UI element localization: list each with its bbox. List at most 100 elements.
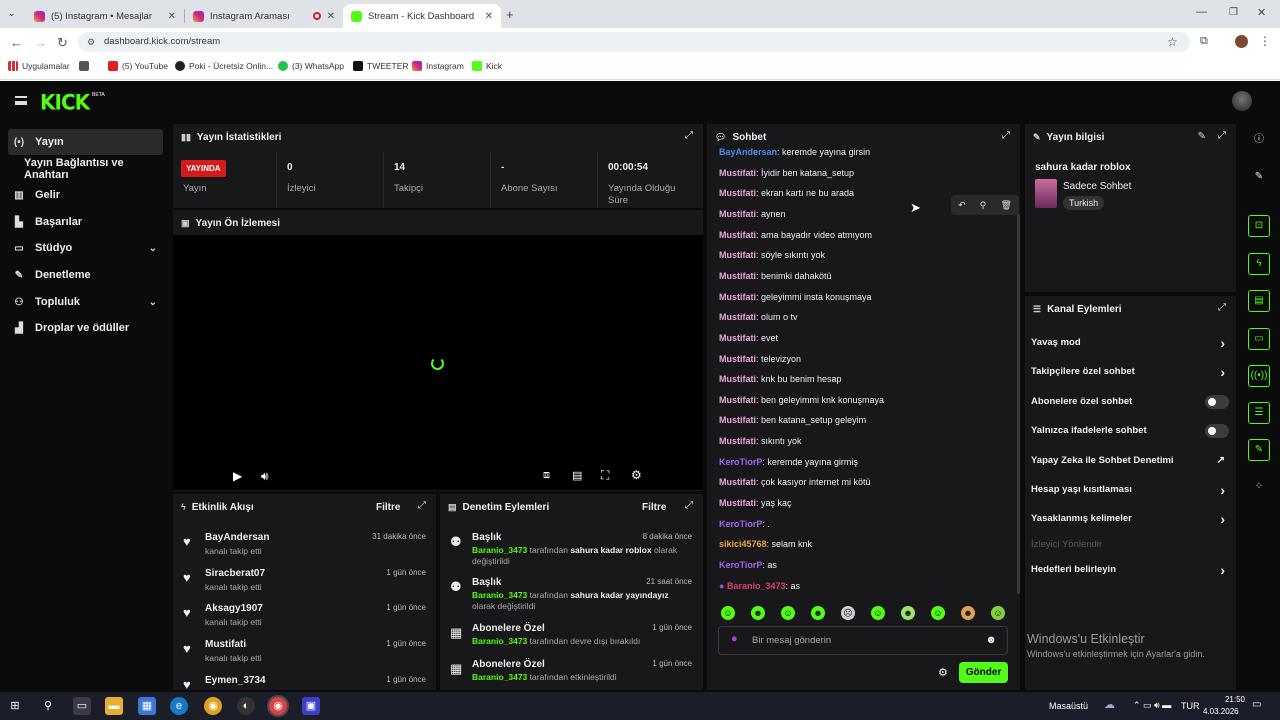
volume-icon[interactable]: 🔊︎ [261,469,269,484]
bookmark-poki[interactable]: Poki - Ücretsiz Onlin... [175,61,273,71]
tab-kick-dashboard[interactable]: Stream - Kick Dashboard ✕ [343,4,501,28]
play-icon[interactable]: ▶ [233,469,242,483]
bookmark-grid[interactable] [79,61,93,71]
clock-time[interactable]: 21:50 [1209,695,1245,704]
tab-search-icon[interactable]: ⌄ [8,8,16,19]
bookmark-youtube[interactable]: (5) YouTube [108,61,168,71]
chat-username[interactable]: Mustifati [719,333,756,343]
chat-settings-icon[interactable]: ⚙ [938,666,948,679]
expand-icon[interactable]: ⤢ [1218,131,1228,141]
category-name[interactable]: Sadece Sohbet [1063,181,1131,192]
file-explorer-icon[interactable]: ▬ [105,697,123,715]
action-slow-mode[interactable]: Yavaş mod › [1031,335,1229,357]
sidebar-item-yayin[interactable]: (•) Yayın [8,129,163,155]
sidebar-item-droplar[interactable]: ▟ Droplar ve ödüller [8,315,163,341]
emote-icon[interactable]: ☺ [871,606,885,620]
theater-mode-icon[interactable]: ⧈ [543,469,550,482]
emote-icon[interactable]: ☺ [721,606,735,620]
taskbar-search-icon[interactable]: ⚲ [39,697,57,715]
bookmark-instagram[interactable]: Instagram [412,61,464,71]
activity-user[interactable]: Siracberat07 [205,568,265,579]
action-set-goals[interactable]: Hedefleri belirleyin › [1031,562,1229,584]
action-account-age[interactable]: Hesap yaşı kısıtlaması › [1031,482,1229,504]
back-icon[interactable]: ← [10,35,23,50]
undo-icon[interactable]: ↶ [958,200,966,211]
kick-logo[interactable]: KICK [40,89,90,114]
expand-icon[interactable]: ⤢ [1218,303,1228,313]
emote-icon[interactable]: ☺ [931,606,945,620]
activity-filter-button[interactable]: Filtre [376,502,400,513]
settings-icon[interactable]: ⚙ [631,468,642,482]
action-ai-moderation[interactable]: Yapay Zeka ile Sohbet Denetimi ↗ [1031,455,1229,475]
forward-icon[interactable]: → [34,35,47,50]
star-icon[interactable]: ☆ [1167,35,1178,49]
apps-tool-icon[interactable]: ⁘ [1248,477,1270,499]
bookmark-kick[interactable]: Kick [472,61,502,71]
close-icon[interactable]: ✕ [168,11,176,22]
moderation-filter-button[interactable]: Filtre [642,502,666,513]
tray-icons[interactable]: ⌃ ▭ 🔊︎ ▬ [1133,700,1171,711]
bolt-tool-icon[interactable]: ϟ [1248,253,1270,275]
hamburger-menu-icon[interactable] [15,96,27,105]
chat-username[interactable]: sikici45768 [719,539,767,549]
sidebar-item-topluluk[interactable]: ⚇ Topluluk ⌄ [8,289,163,315]
bookmark-whatsapp[interactable]: (3) WhatsApp [278,61,344,71]
steam-icon[interactable]: ◐ [237,697,255,715]
sidebar-item-basarilar[interactable]: ▙ Başarılar [8,209,163,235]
window-close-button[interactable]: ✕ [1257,6,1266,19]
chat-username[interactable]: Mustifati [719,230,756,240]
activity-user[interactable]: Mustifati [205,639,246,650]
edit-icon[interactable]: ✎ [1248,167,1270,189]
clip-icon[interactable]: ▤ [572,469,582,482]
language-indicator[interactable]: TUR [1181,701,1200,711]
windows-start-icon[interactable]: ⊞ [6,697,24,715]
chat-username[interactable]: KeroTiorP [719,519,762,529]
sidebar-item-denetleme[interactable]: ✎ Denetleme [8,262,163,288]
trash-icon[interactable]: 🗑︎ [1000,200,1011,211]
close-icon[interactable]: ✕ [327,11,335,22]
chat-scrollbar[interactable] [1017,214,1020,594]
chat-username[interactable]: KeroTiorP [719,457,762,467]
emote-icon[interactable]: ☻ [961,606,975,620]
desktop-label[interactable]: Masaüstü [1049,701,1088,711]
profile-avatar[interactable] [1235,35,1248,48]
reload-icon[interactable]: ↻ [57,35,68,51]
send-button[interactable]: Gönder [959,662,1008,683]
weather-icon[interactable]: ☁ [1104,698,1115,711]
emote-icon[interactable]: ☺ [991,606,1005,620]
chat-input[interactable]: ● Bir mesaj gönderin ☻ [718,626,1008,655]
activity-user[interactable]: BayAndersan [205,532,269,543]
chat-username[interactable]: Mustifati [719,415,756,425]
subscribers-only-toggle[interactable] [1205,395,1229,409]
emote-icon[interactable]: ☻ [751,606,765,620]
expand-icon[interactable]: ⤢ [418,501,428,511]
emote-icon[interactable]: ☹ [841,606,855,620]
extensions-icon[interactable]: ⧉ [1200,35,1208,48]
app-icon[interactable]: ▣ [302,697,320,715]
mod-user[interactable]: Baranio_3473 [472,590,527,600]
mod-user[interactable]: Baranio_3473 [472,672,527,682]
microphone-icon[interactable]: ● [731,633,738,645]
store-icon[interactable]: ▦ [138,697,156,715]
site-info-icon[interactable]: ⚙ [87,32,95,52]
edit-icon[interactable]: ✎ [1198,131,1206,142]
chat-username[interactable]: Mustifati [719,168,756,178]
close-icon[interactable]: ✕ [485,11,493,22]
chrome-active-icon[interactable]: ◉ [267,695,289,717]
emote-icon[interactable]: ☻ [811,606,825,620]
wrench-tool-icon[interactable]: ✎ [1248,439,1270,461]
emoji-icon[interactable]: ☻ [985,634,997,646]
new-tab-button[interactable]: + [506,7,514,22]
broadcast-tool-icon[interactable]: ((•)) [1248,365,1270,387]
chevron-down-icon[interactable]: ⌄ [149,243,157,254]
chat-username[interactable]: Mustifati [719,374,756,384]
chat-username[interactable]: KeroTiorP [719,560,762,570]
activity-user[interactable]: Aksagy1907 [205,603,263,614]
expand-icon[interactable]: ⤢ [1002,131,1012,141]
tab-instagram-search[interactable]: Instagram Araması ✕ [185,4,343,28]
tag-badge[interactable]: Turkish [1063,196,1105,210]
pin-icon[interactable]: ⚲ [980,200,987,211]
bookmark-tweeter[interactable]: TWEETER [353,61,409,71]
address-bar[interactable]: ⚙ dashboard.kick.com/stream [78,32,1190,52]
chat-username[interactable]: Mustifati [719,292,756,302]
